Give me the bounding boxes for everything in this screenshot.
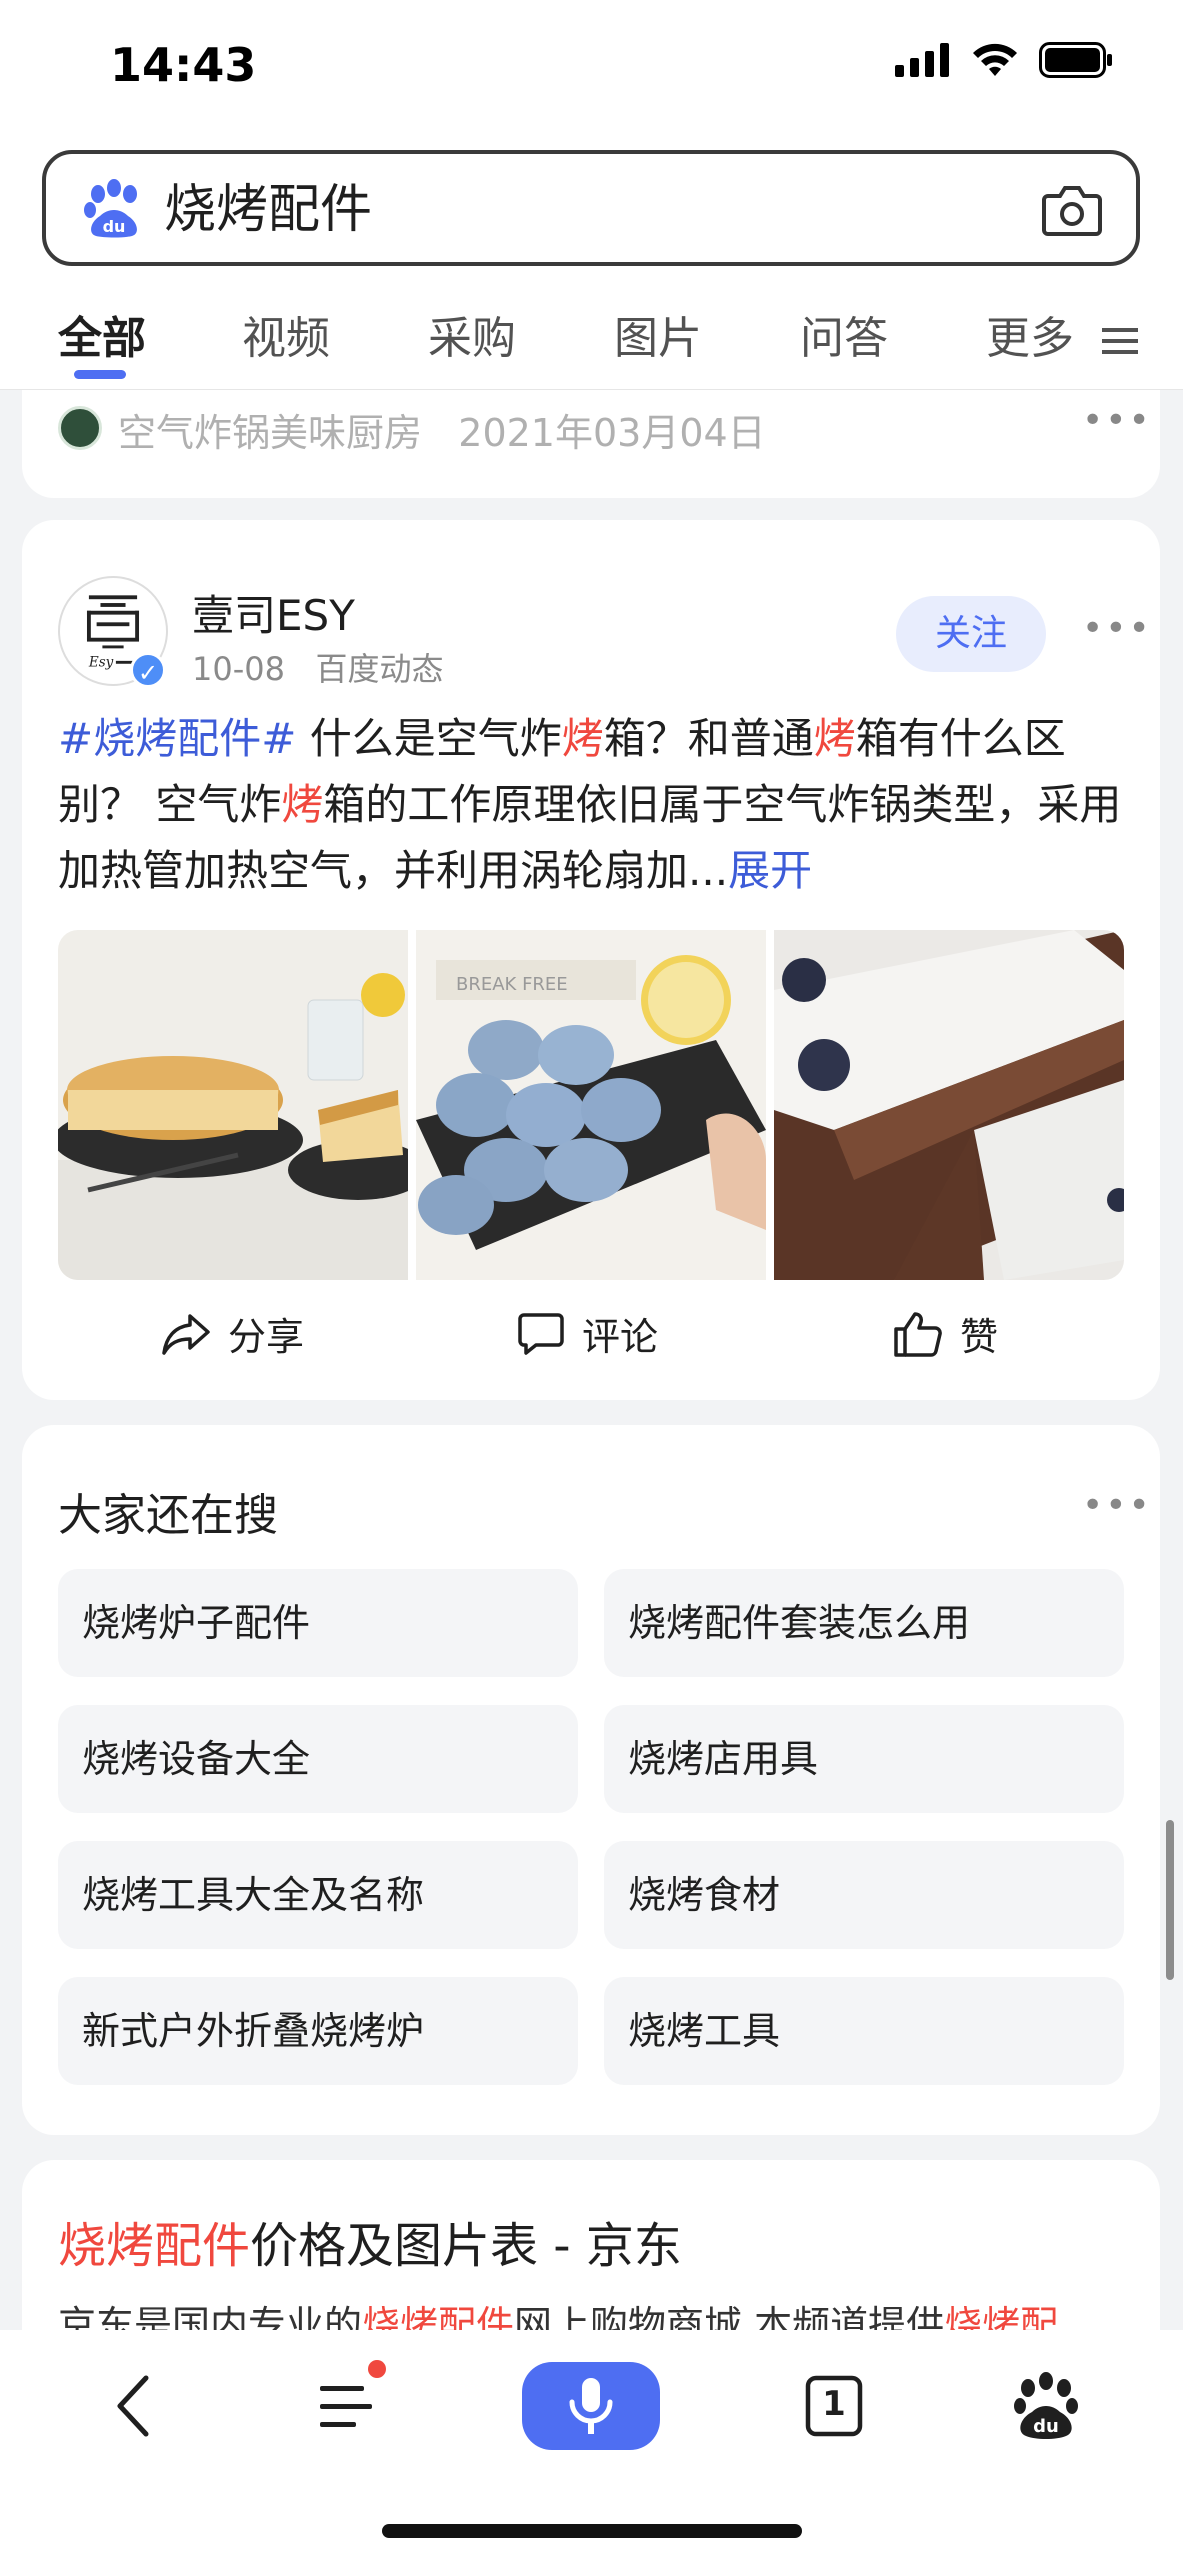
comment-button[interactable]: 评论	[518, 1306, 658, 1361]
share-icon	[162, 1313, 210, 1355]
status-icons	[895, 42, 1113, 78]
like-button[interactable]: 赞	[894, 1306, 998, 1361]
related-searches-card: 大家还在搜 ••• 烧烤炉子配件 烧烤配件套装怎么用 烧烤设备大全 烧烤店用具 …	[22, 1425, 1160, 2135]
post-ellipsis: ...	[688, 846, 729, 895]
post-image-cake[interactable]	[774, 930, 1124, 1280]
follow-button[interactable]: 关注	[896, 596, 1046, 672]
search-box[interactable]: du 烧烤配件	[42, 150, 1140, 266]
baidu-home-icon[interactable]: du	[1006, 2366, 1086, 2446]
comment-label: 评论	[582, 1315, 659, 1359]
post-more-icon[interactable]: •••	[1082, 608, 1152, 649]
tab-more[interactable]: 更多	[986, 302, 1138, 366]
svg-text:BREAK FREE: BREAK FREE	[456, 974, 568, 995]
microphone-icon	[569, 2378, 613, 2434]
related-search-item[interactable]: 烧烤工具大全及名称	[58, 1841, 578, 1949]
share-label: 分享	[228, 1315, 305, 1359]
related-title: 大家还在搜	[58, 1490, 278, 1541]
top-bar: 14:43 du 烧烤配件 全部 视频 采购 图片 问答 更多	[0, 0, 1183, 390]
more-options-icon[interactable]: •••	[1082, 400, 1152, 441]
voice-search-button[interactable]	[522, 2362, 660, 2450]
post-source: 百度动态	[315, 650, 444, 688]
related-search-item[interactable]: 烧烤食材	[604, 1841, 1124, 1949]
related-search-item[interactable]: 烧烤炉子配件	[58, 1569, 578, 1677]
notification-dot	[368, 2360, 386, 2378]
active-tab-indicator	[74, 370, 126, 379]
author-name[interactable]: 壹司ESY	[192, 582, 355, 643]
tab-qa[interactable]: 问答	[800, 302, 888, 366]
feed-menu-icon[interactable]	[306, 2366, 386, 2446]
result-title-text: 价格及图片表 - 京东	[250, 2218, 682, 2274]
scrollbar[interactable]	[1166, 1820, 1174, 1980]
bottom-nav: 1 du	[0, 2330, 1183, 2560]
keyword-highlight: 烤	[561, 714, 604, 763]
result-title[interactable]: 烧烤配件价格及图片表 - 京东	[58, 2206, 682, 2276]
related-search-item[interactable]: 烧烤工具	[604, 1977, 1124, 2085]
tab-count: 1	[822, 2384, 846, 2424]
keyword-highlight: 烤	[813, 714, 856, 763]
post-body: #烧烤配件# 什么是空气炸烤箱？和普通烤箱有什么区别？ 空气炸烤箱的工作原理依旧…	[58, 706, 1128, 904]
cellular-signal-icon	[895, 43, 949, 77]
tab-images[interactable]: 图片	[614, 302, 702, 366]
svg-text:Esy: Esy	[88, 655, 114, 671]
back-icon[interactable]	[96, 2366, 176, 2446]
expand-link[interactable]: 展开	[728, 846, 812, 895]
keyword-highlight: 烤	[281, 780, 324, 829]
related-search-item[interactable]: 烧烤配件套装怎么用	[604, 1569, 1124, 1677]
wifi-icon	[973, 43, 1017, 76]
related-search-item[interactable]: 烧烤设备大全	[58, 1705, 578, 1813]
share-button[interactable]: 分享	[162, 1306, 304, 1361]
svg-text:du: du	[103, 217, 126, 236]
post-text-segment: 箱？和普通	[603, 714, 814, 763]
menu-icon	[1102, 328, 1138, 354]
tab-more-label: 更多	[986, 313, 1074, 364]
source-avatar	[58, 406, 102, 450]
search-input[interactable]: 烧烤配件	[164, 178, 372, 242]
related-search-item[interactable]: 新式户外折叠烧烤炉	[58, 1977, 578, 2085]
like-label: 赞	[960, 1315, 999, 1359]
baidu-paw-icon: du	[84, 179, 137, 238]
svg-text:du: du	[1033, 2416, 1059, 2437]
post-meta: 10-08 百度动态	[192, 644, 444, 690]
post-image-buns[interactable]: BREAK FREE	[416, 930, 766, 1280]
verified-badge-icon: ✓	[130, 652, 166, 688]
post-text-segment: 什么是空气炸	[296, 714, 562, 763]
source-meta: 空气炸锅美味厨房 2021年03月04日	[118, 402, 766, 457]
source-date: 2021年03月04日	[458, 411, 766, 455]
battery-icon	[1039, 42, 1112, 78]
tabs-button[interactable]: 1	[794, 2366, 874, 2446]
status-time: 14:43	[110, 38, 257, 92]
tab-all[interactable]: 全部	[58, 302, 146, 366]
post-card[interactable]: Esy ✓ 壹司ESY 10-08 百度动态 关注 ••• #烧烤配件# 什么是…	[22, 520, 1160, 1400]
tab-purchase[interactable]: 采购	[428, 302, 516, 366]
home-indicator[interactable]	[382, 2524, 802, 2538]
post-date: 10-08	[192, 650, 285, 688]
post-image-pie[interactable]	[58, 930, 408, 1280]
related-search-item[interactable]: 烧烤店用具	[604, 1705, 1124, 1813]
camera-icon[interactable]	[1042, 182, 1102, 238]
post-images: BREAK FREE	[58, 930, 1124, 1280]
result-title-highlight: 烧烤配件	[58, 2218, 251, 2274]
comment-icon	[518, 1312, 564, 1355]
related-more-icon[interactable]: •••	[1082, 1485, 1152, 1526]
hashtag-link[interactable]: #烧烤配件#	[58, 714, 296, 763]
search-tabs: 全部 视频 采购 图片 问答 更多	[0, 290, 1183, 380]
source-name: 空气炸锅美味厨房	[118, 411, 423, 455]
tab-video[interactable]: 视频	[242, 302, 330, 366]
thumbs-up-icon	[894, 1311, 942, 1357]
